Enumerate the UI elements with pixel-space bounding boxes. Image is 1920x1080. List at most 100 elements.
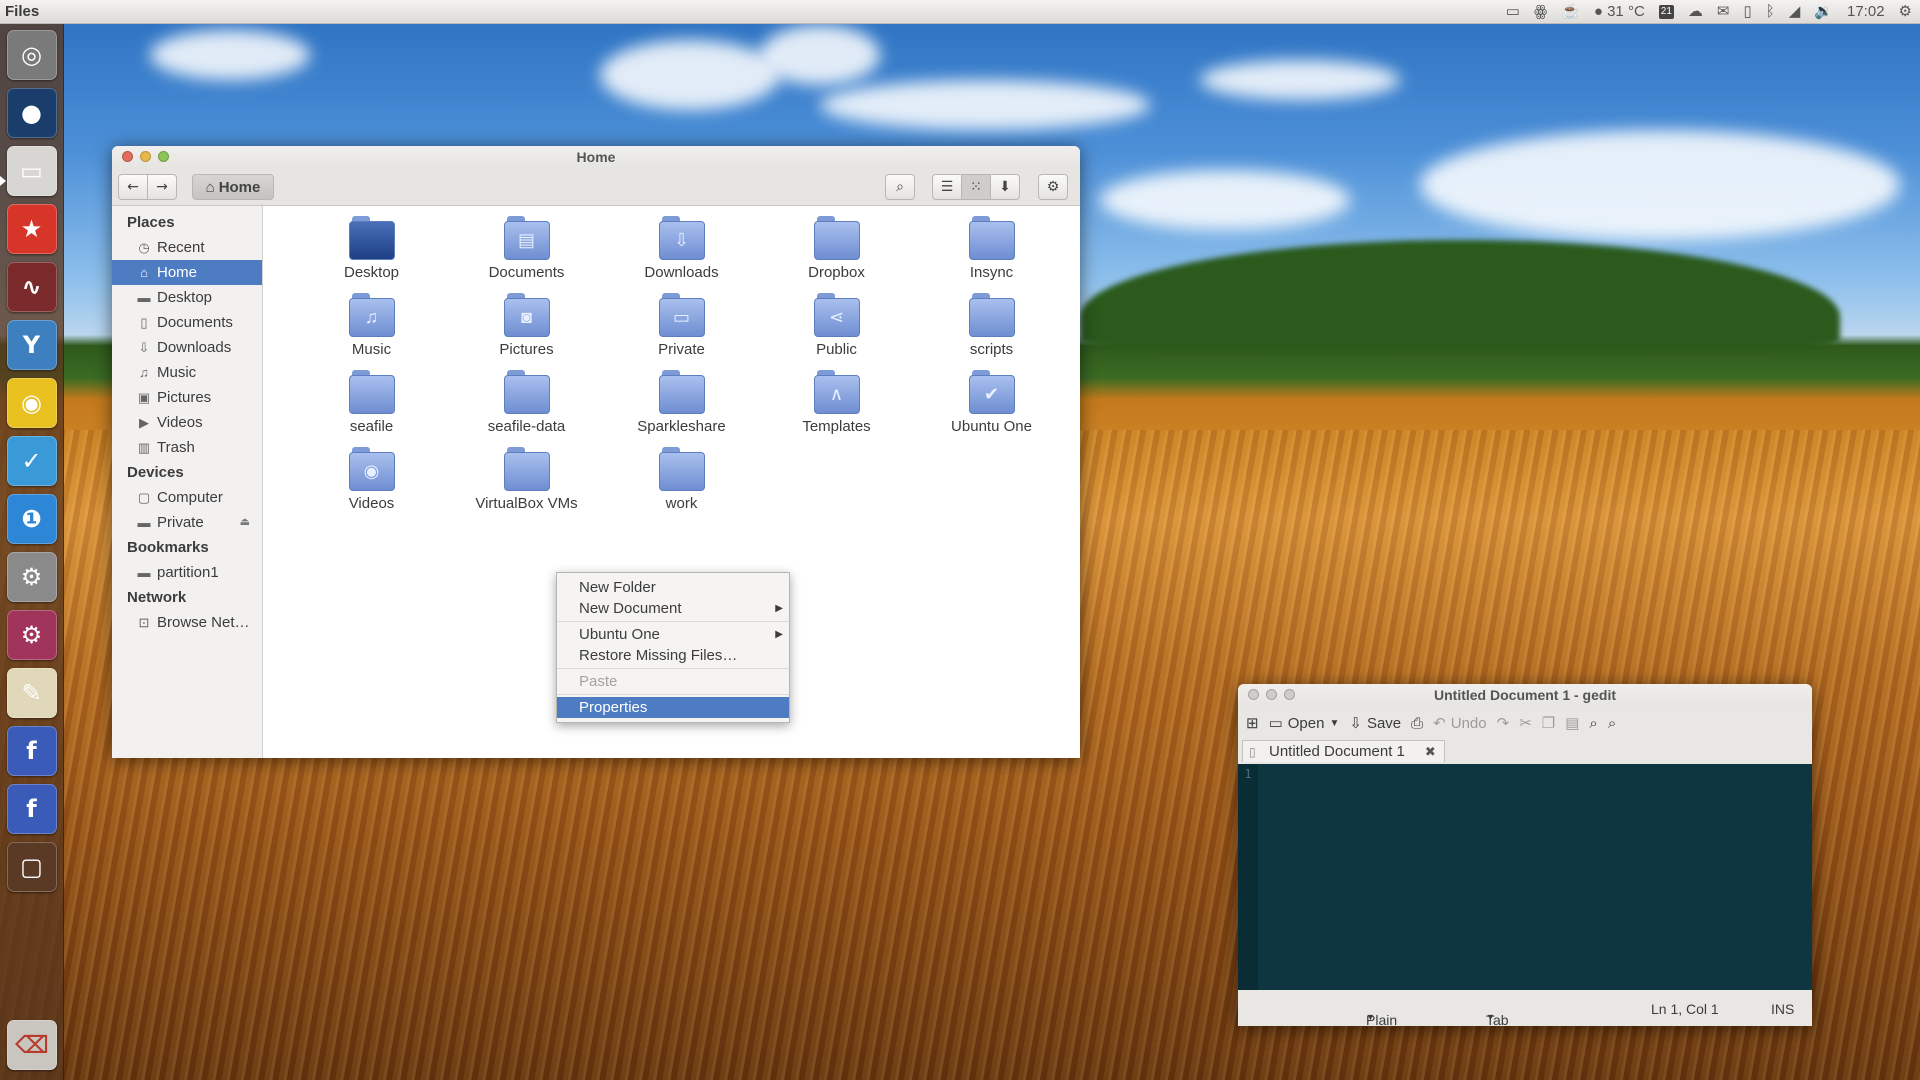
sidebar-item-browse-net[interactable]: ⊡ Browse Net…	[112, 610, 262, 635]
sidebar-item-documents[interactable]: ▯ Documents	[112, 310, 262, 335]
folder-item[interactable]: seafile-data	[449, 366, 604, 443]
sidebar-item-partition1[interactable]: ▬ partition1	[112, 560, 262, 585]
mail-icon[interactable]: ✉	[1717, 0, 1730, 24]
gedit-minimize-button[interactable]	[1266, 689, 1277, 700]
sidebar-item-trash[interactable]: ▥ Trash	[112, 435, 262, 460]
folder-item[interactable]: ∧ Templates	[759, 366, 914, 443]
files-titlebar[interactable]: Home	[112, 146, 1080, 168]
folder-item[interactable]: ⋖ Public	[759, 289, 914, 366]
new-document-button[interactable]: ⊞	[1246, 714, 1259, 732]
folder-item[interactable]: ♫ Music	[294, 289, 449, 366]
find-button[interactable]: ⌕	[1589, 715, 1597, 732]
tasks-icon[interactable]: ✓	[6, 436, 57, 486]
menu-item-new-folder[interactable]: New Folder	[557, 577, 789, 598]
menu-item-properties[interactable]: Properties	[557, 697, 789, 718]
sidebar-item-music[interactable]: ♫ Music	[112, 360, 262, 385]
trash-icon[interactable]: ⌫	[7, 1020, 57, 1070]
weather-indicator[interactable]: ● 31 °C	[1594, 0, 1645, 24]
text-editor-icon[interactable]: ✎	[6, 668, 57, 718]
sidebar-item-downloads[interactable]: ⇩ Downloads	[112, 335, 262, 360]
folder-item[interactable]: ▤ Documents	[449, 212, 604, 289]
replace-button[interactable]: ⌕	[1608, 715, 1616, 732]
caffeine-icon[interactable]: ☕	[1561, 0, 1580, 24]
forward-button[interactable]: →	[147, 174, 177, 200]
folder-item[interactable]: Sparkleshare	[604, 366, 759, 443]
system-monitor-icon[interactable]: ∿	[6, 262, 57, 312]
minimize-window-button[interactable]	[140, 151, 151, 162]
sidebar-item-pictures[interactable]: ▣ Pictures	[112, 385, 262, 410]
dash-icon[interactable]: ◎	[6, 30, 57, 80]
maximize-window-button[interactable]	[158, 151, 169, 162]
menu-item-label: Ubuntu One	[579, 626, 660, 643]
list-view-button[interactable]: ☰	[932, 174, 962, 200]
copy-button[interactable]: ❐	[1542, 714, 1555, 732]
cut-button[interactable]: ✂	[1519, 714, 1532, 732]
search-button[interactable]: ⌕	[885, 174, 915, 200]
sidebar-item-computer[interactable]: ▢ Computer	[112, 485, 262, 510]
breadcrumb-home[interactable]: ⌂ Home	[192, 174, 274, 200]
redo-button[interactable]: ↷	[1497, 714, 1510, 732]
menu-item-new-document[interactable]: New Document ▶	[557, 598, 789, 619]
sidebar-item-recent[interactable]: ◷ Recent	[112, 235, 262, 260]
gear-icon[interactable]: ⚙	[1899, 0, 1912, 24]
clock[interactable]: 17:02	[1847, 0, 1885, 24]
print-button[interactable]: ⎙	[1411, 715, 1423, 732]
running-indicator	[0, 176, 6, 186]
eject-icon[interactable]: ⏏	[240, 510, 250, 535]
back-button[interactable]: ←	[118, 174, 148, 200]
folder-item[interactable]: ◉ Videos	[294, 443, 449, 520]
files-icon[interactable]: ▭	[6, 146, 57, 196]
sidebar-item-videos[interactable]: ▶ Videos	[112, 410, 262, 435]
gedit-maximize-button[interactable]	[1284, 689, 1295, 700]
folder-item[interactable]: seafile	[294, 366, 449, 443]
dropbox-indicator-icon[interactable]: ▭	[1506, 0, 1520, 24]
grid-view-button[interactable]: ⁙	[961, 174, 991, 200]
folder-item[interactable]: ◙ Pictures	[449, 289, 604, 366]
view-options-button[interactable]: ⬇	[990, 174, 1020, 200]
calendar-icon[interactable]: 21	[1658, 5, 1674, 19]
workspace-icon[interactable]: ▢	[6, 842, 57, 892]
insync-indicator-icon[interactable]: ꙮ	[1534, 0, 1547, 24]
cloud-icon[interactable]: ☁	[1688, 0, 1703, 24]
software-center-icon[interactable]: ★	[6, 204, 57, 254]
volume-icon[interactable]: 🔉	[1814, 0, 1833, 24]
gedit-close-button[interactable]	[1248, 689, 1259, 700]
save-button[interactable]: ⇩ Save	[1349, 714, 1401, 733]
folder-item[interactable]: ▭ Private	[604, 289, 759, 366]
settings-button[interactable]: ⚙	[1038, 174, 1068, 200]
list-icon: ☰	[940, 179, 954, 195]
close-window-button[interactable]	[122, 151, 133, 162]
undo-button[interactable]: ↶ Undo	[1433, 714, 1486, 733]
menu-separator	[557, 694, 789, 695]
folder-item[interactable]: ⇩ Downloads	[604, 212, 759, 289]
open-button[interactable]: ▭ Open ▼	[1269, 714, 1340, 733]
battery-icon[interactable]: ▯	[1743, 0, 1751, 24]
gedit-titlebar[interactable]: Untitled Document 1 - gedit	[1238, 684, 1812, 706]
folder-item[interactable]: Desktop	[294, 212, 449, 289]
text-editor[interactable]: 1	[1238, 764, 1812, 990]
network-indicator-icon[interactable]: ◢	[1789, 0, 1801, 24]
sidebar-item-home[interactable]: ⌂ Home	[112, 260, 262, 285]
folder-item[interactable]: scripts	[914, 289, 1069, 366]
menu-item-ubuntu-one[interactable]: Ubuntu One ▶	[557, 624, 789, 645]
folder-item[interactable]: VirtualBox VMs	[449, 443, 604, 520]
idea-icon[interactable]: ◉	[6, 378, 57, 428]
y-ppa-icon[interactable]: Y	[6, 320, 57, 370]
folder-item[interactable]: Insync	[914, 212, 1069, 289]
facebook-icon-2[interactable]: f	[6, 784, 57, 834]
close-icon[interactable]: ✖	[1425, 744, 1436, 760]
settings-icon[interactable]: ⚙	[6, 552, 57, 602]
tweak-icon[interactable]: ⚙	[6, 610, 57, 660]
tab-untitled-document[interactable]: ▯ Untitled Document 1 ✖	[1242, 740, 1445, 762]
folder-item[interactable]: Dropbox	[759, 212, 914, 289]
folder-item[interactable]: ✔ Ubuntu One	[914, 366, 1069, 443]
sidebar-item-desktop[interactable]: ▬ Desktop	[112, 285, 262, 310]
facebook-icon-1[interactable]: f	[6, 726, 57, 776]
menu-item-restore-missing-files[interactable]: Restore Missing Files…	[557, 645, 789, 666]
ubuntu-one-icon[interactable]: ❶	[6, 494, 57, 544]
browser-icon[interactable]: ●	[6, 88, 57, 138]
paste-button[interactable]: ▤	[1565, 714, 1579, 732]
folder-item[interactable]: work	[604, 443, 759, 520]
bluetooth-icon[interactable]: ᛒ	[1766, 0, 1775, 24]
sidebar-item-private[interactable]: ▬ Private ⏏	[112, 510, 262, 535]
